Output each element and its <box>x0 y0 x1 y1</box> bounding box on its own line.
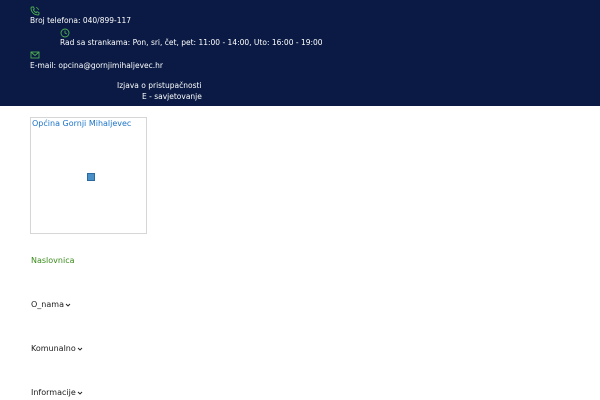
site-logo[interactable]: Općina Gornji Mihaljevec <box>30 117 147 234</box>
phone-text: Broj telefona: 040/899-117 <box>30 16 132 25</box>
mail-icon <box>30 51 40 59</box>
nav-item-label: Komunalno <box>31 344 76 353</box>
logo-alt-text: Općina Gornji Mihaljevec <box>32 119 132 128</box>
nav-item-informacije[interactable]: Informacije <box>31 388 83 398</box>
accessibility-statement-link[interactable]: Izjava o pristupačnosti <box>117 81 202 91</box>
chevron-down-icon <box>77 391 83 395</box>
broken-image-icon <box>87 173 95 181</box>
chevron-down-icon <box>77 347 83 351</box>
e-consultation-link[interactable]: E - savjetovanje <box>142 92 202 102</box>
nav-item-label: Informacije <box>31 388 76 397</box>
email-link[interactable]: E-mail: opcina@gornjimihaljevec.hr <box>30 61 163 71</box>
nav-item-naslovnica[interactable]: Naslovnica <box>31 256 75 266</box>
clock-icon <box>60 28 70 38</box>
nav-item-label: O_nama <box>31 300 64 309</box>
hours-text: Rad sa strankama: Pon, sri, čet, pet: 11… <box>60 38 323 47</box>
phone-icon <box>30 6 40 16</box>
top-info-bar: Broj telefona: 040/899-117 Rad sa strank… <box>0 0 600 106</box>
nav-item-komunalno[interactable]: Komunalno <box>31 344 83 354</box>
chevron-down-icon <box>65 303 71 307</box>
nav-item-label: Naslovnica <box>31 256 75 265</box>
nav-item-o-nama[interactable]: O_nama <box>31 300 71 310</box>
